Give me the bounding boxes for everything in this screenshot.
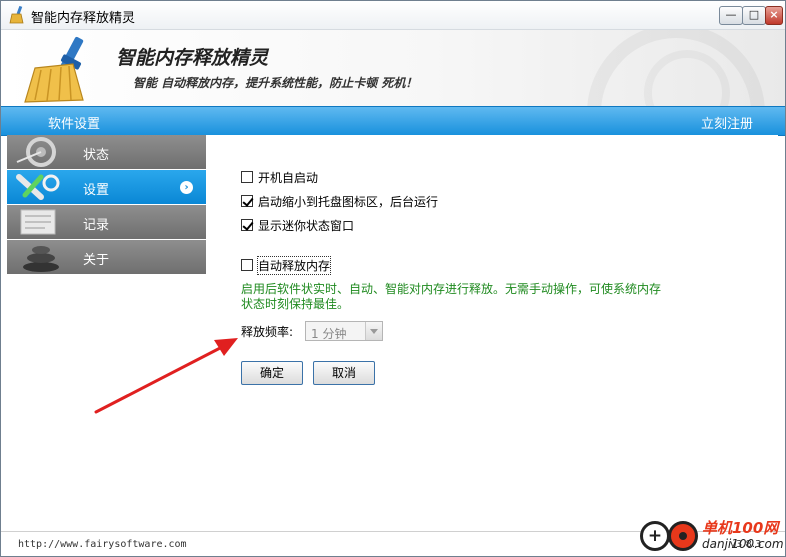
- gauge-icon: [16, 137, 56, 167]
- dot-icon: [668, 521, 698, 551]
- auto-start-checkbox[interactable]: 开机自启动: [241, 169, 318, 185]
- checkbox-label: 开机自启动: [258, 170, 319, 185]
- watermark-logo: + 单机100网 danji100.com: [638, 515, 786, 557]
- maximize-button[interactable]: □: [742, 6, 766, 25]
- plus-icon: +: [640, 521, 670, 551]
- sidebar-item-label: 关于: [83, 253, 110, 268]
- sidebar-item-label: 设置: [83, 183, 110, 198]
- register-link[interactable]: 立刻注册: [701, 113, 753, 132]
- auto-release-hint: 启用后软件状实时、自动、智能对内存进行释放。无需手动操作，可使系统内存状态时刻保…: [241, 282, 662, 311]
- minimize-button[interactable]: —: [719, 6, 743, 25]
- tools-icon: [16, 174, 60, 200]
- chevron-right-icon: ›: [180, 181, 193, 194]
- app-slogan: 智能 自动释放内存，提升系统性能，防止卡顿 死机！: [133, 76, 418, 90]
- checkbox-label: 显示迷你状态窗口: [258, 218, 355, 233]
- sidebar-item-settings[interactable]: 设置 ›: [7, 170, 206, 205]
- sidebar: 状态 设置 › 记录 关于: [7, 135, 209, 530]
- chevron-down-icon[interactable]: [365, 322, 382, 340]
- minimize-to-tray-checkbox[interactable]: 启动缩小到托盘图标区，后台运行: [241, 193, 438, 209]
- sidebar-item-label: 状态: [83, 148, 110, 163]
- title-bar[interactable]: 智能内存释放精灵 — □ ×: [1, 1, 785, 30]
- header-banner: 智能内存释放精灵 智能 自动释放内存，提升系统性能，防止卡顿 死机！: [1, 30, 785, 106]
- checkbox-box[interactable]: [241, 219, 253, 231]
- broom-icon: [9, 6, 24, 24]
- sidebar-item-status[interactable]: 状态: [7, 135, 206, 170]
- app-name: 智能内存释放精灵: [116, 47, 269, 69]
- watermark-cn: 单机100网: [702, 519, 779, 537]
- settings-panel: 开机自启动 启动缩小到托盘图标区，后台运行 显示迷你状态窗口 自动释放内存 启用…: [208, 135, 778, 530]
- section-title: 软件设置: [48, 117, 101, 132]
- frequency-label: 释放频率:: [241, 325, 294, 339]
- checkbox-label: 自动释放内存: [256, 255, 332, 275]
- checkbox-box[interactable]: [241, 195, 253, 207]
- checkbox-box[interactable]: [241, 259, 253, 271]
- section-header-bar: 软件设置 立刻注册: [1, 106, 785, 136]
- checkbox-box[interactable]: [241, 171, 253, 183]
- frequency-value: 1 分钟: [311, 327, 347, 341]
- sidebar-item-label: 记录: [83, 218, 110, 233]
- watermark-en: danji100.com: [702, 537, 784, 551]
- website-url: http://www.fairysoftware.com: [18, 539, 187, 550]
- checkbox-label: 启动缩小到托盘图标区，后台运行: [258, 194, 439, 209]
- about-icon: [23, 246, 59, 272]
- close-button[interactable]: ×: [765, 6, 783, 25]
- sidebar-item-about[interactable]: 关于: [7, 240, 206, 275]
- show-mini-window-checkbox[interactable]: 显示迷你状态窗口: [241, 217, 354, 233]
- broom-logo-icon: [24, 36, 84, 103]
- log-icon: [20, 209, 56, 235]
- sidebar-item-log[interactable]: 记录: [7, 205, 206, 240]
- auto-release-checkbox[interactable]: 自动释放内存: [241, 255, 332, 275]
- cancel-button[interactable]: 取消: [313, 361, 375, 385]
- frequency-select[interactable]: 1 分钟: [305, 321, 383, 341]
- app-window: 智能内存释放精灵 — □ × 智能内存释放精灵 智能 自动释放内存，提升系统性能…: [0, 0, 786, 557]
- ok-button[interactable]: 确定: [241, 361, 303, 385]
- window-title: 智能内存释放精灵: [31, 11, 136, 26]
